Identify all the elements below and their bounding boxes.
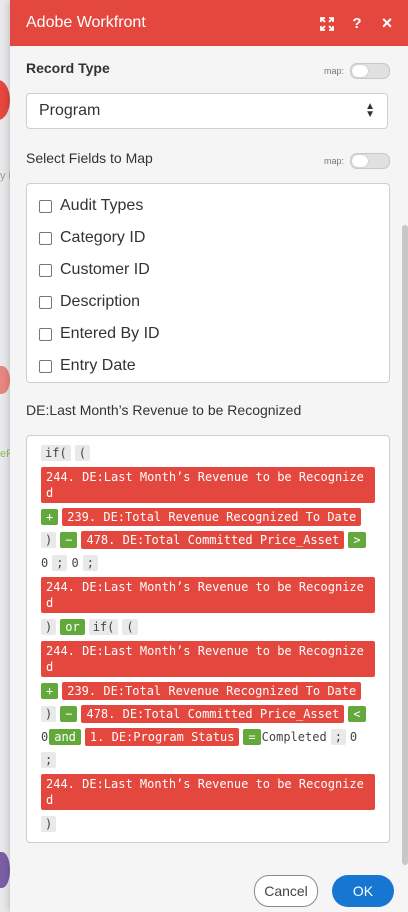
field-item[interactable]: Description	[27, 286, 389, 318]
field-label: Customer ID	[60, 261, 150, 278]
canvas-node-fragment	[0, 366, 10, 394]
map-label: map:	[323, 66, 344, 76]
field-token[interactable]: 244. DE:Last Month’s Revenue to be Recog…	[41, 577, 375, 613]
operator-token[interactable]: (	[122, 619, 138, 635]
fields-map-toggle[interactable]: map:	[324, 153, 390, 169]
value-token: 0	[41, 730, 49, 744]
field-token[interactable]: 1. DE:Program Status	[84, 728, 240, 746]
value-token: 0	[349, 730, 358, 744]
operator-token[interactable]: <	[348, 706, 366, 722]
module-settings-panel: Adobe Workfront ? × Record Type map: Pro…	[10, 0, 408, 912]
fields-list: Audit Types Category ID Customer ID Desc…	[26, 183, 390, 383]
operator-token[interactable]: >	[348, 532, 366, 548]
operator-token[interactable]: and	[49, 729, 81, 745]
checkbox[interactable]	[39, 327, 52, 341]
field-label: Audit Types	[60, 197, 144, 214]
checkbox[interactable]	[39, 231, 52, 245]
function-token[interactable]: if(	[88, 619, 119, 635]
value-token: 0	[71, 556, 79, 570]
field-token[interactable]: 478. DE:Total Committed Price_Asset	[81, 705, 345, 723]
panel-header: Adobe Workfront ? ×	[10, 0, 408, 46]
field-token[interactable]: 244. DE:Last Month’s Revenue to be Recog…	[41, 467, 375, 503]
field-item[interactable]: Entered By ID	[27, 318, 389, 350]
map-switch[interactable]	[350, 153, 390, 169]
panel-scrollbar[interactable]	[402, 225, 408, 865]
field-label: Entry Date	[60, 357, 136, 374]
separator-token[interactable]: ;	[82, 555, 98, 571]
operator-token[interactable]: or	[60, 619, 85, 635]
field-token[interactable]: 239. DE:Total Revenue Recognized To Date	[62, 508, 362, 526]
field-token[interactable]: 244. DE:Last Month’s Revenue to be Recog…	[41, 641, 375, 677]
field-label: Entered By ID	[60, 325, 160, 342]
field-item[interactable]: Audit Types	[27, 190, 389, 222]
panel-footer: Cancel OK	[10, 870, 408, 912]
record-type-value: Program	[39, 102, 101, 119]
operator-token[interactable]: −	[60, 532, 78, 548]
checkbox[interactable]	[39, 263, 52, 277]
cancel-button[interactable]: Cancel	[254, 875, 318, 907]
expand-icon[interactable]	[312, 15, 342, 32]
field-token[interactable]: 239. DE:Total Revenue Recognized To Date	[62, 682, 362, 700]
checkbox[interactable]	[39, 359, 52, 373]
panel-title: Adobe Workfront	[26, 14, 146, 31]
separator-token[interactable]: ;	[52, 555, 68, 571]
field-label: Category ID	[60, 229, 146, 246]
separator-token[interactable]: ;	[330, 729, 346, 745]
help-icon[interactable]: ?	[342, 15, 372, 32]
operator-token[interactable]: =	[243, 729, 261, 745]
field-item[interactable]: Customer ID	[27, 254, 389, 286]
select-arrows-icon: ▲ ▼	[365, 101, 375, 120]
record-type-select[interactable]: Program ▲ ▼	[26, 93, 388, 129]
record-type-label: Record Type	[26, 60, 110, 76]
formula-editor[interactable]: if( ( 244. DE:Last Month’s Revenue to be…	[26, 435, 390, 843]
select-fields-label: Select Fields to Map	[26, 150, 153, 166]
value-token: Completed	[261, 730, 327, 744]
field-token[interactable]: 244. DE:Last Month’s Revenue to be Recog…	[41, 774, 375, 810]
checkbox[interactable]	[39, 199, 52, 213]
operator-token[interactable]: )	[41, 816, 57, 832]
checkbox[interactable]	[39, 295, 52, 309]
map-label: map:	[323, 156, 344, 166]
operator-token[interactable]: −	[60, 706, 78, 722]
field-token[interactable]: 478. DE:Total Committed Price_Asset	[81, 531, 345, 549]
function-token[interactable]: if(	[41, 445, 71, 461]
operator-token[interactable]: +	[41, 509, 59, 525]
record-type-map-toggle[interactable]: map:	[324, 63, 390, 79]
close-icon[interactable]: ×	[372, 13, 402, 34]
operator-token[interactable]: +	[41, 683, 59, 699]
separator-token[interactable]: ;	[41, 752, 57, 768]
operator-token[interactable]: )	[41, 532, 57, 548]
map-switch[interactable]	[350, 63, 390, 79]
operator-token[interactable]: )	[41, 706, 57, 722]
canvas-node-fragment	[0, 80, 10, 120]
operator-token[interactable]: )	[41, 619, 57, 635]
field-item[interactable]: Entry Date	[27, 350, 389, 382]
field-label: Description	[60, 293, 141, 310]
ok-button[interactable]: OK	[332, 875, 394, 907]
formula-field-label: DE:Last Month’s Revenue to be Recognized	[26, 402, 302, 418]
operator-token[interactable]: (	[74, 445, 90, 461]
field-item[interactable]: Category ID	[27, 222, 389, 254]
value-token: 0	[41, 556, 49, 570]
canvas-node-fragment	[0, 852, 10, 888]
